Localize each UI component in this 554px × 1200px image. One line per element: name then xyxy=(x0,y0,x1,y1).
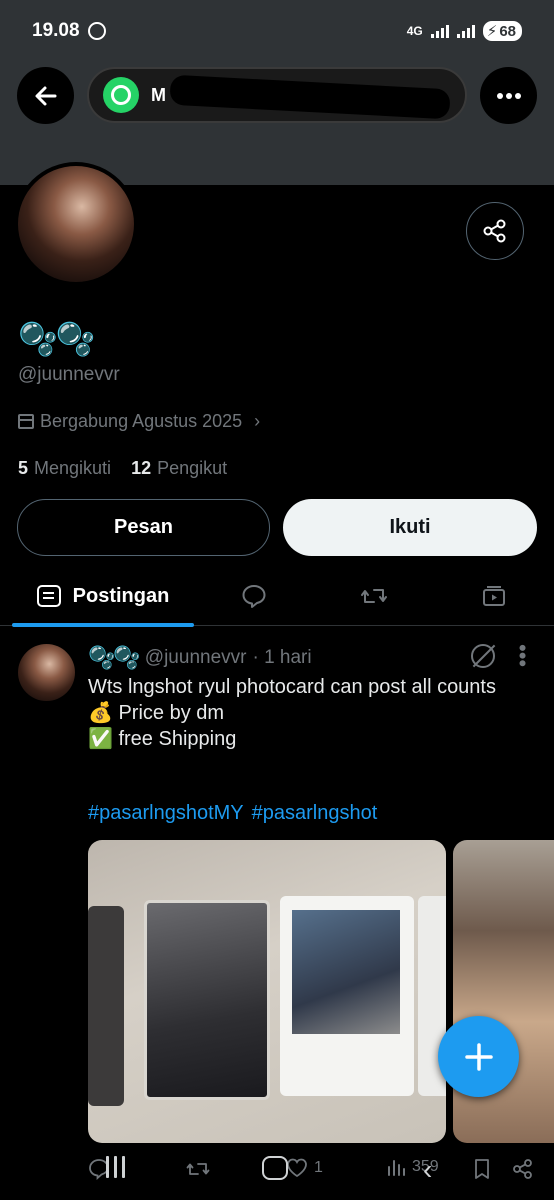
recent-apps-nav-button[interactable] xyxy=(106,1156,125,1178)
grok-icon[interactable] xyxy=(471,644,495,668)
followers-count[interactable]: 12 xyxy=(131,458,151,479)
signal-icon xyxy=(430,24,449,38)
join-date-text: Bergabung Agustus 2025 xyxy=(40,411,243,431)
media-icon xyxy=(483,586,505,606)
bookmark-icon xyxy=(475,1159,489,1179)
post-header: 🫧🫧 @juunnevvr · 1 hari xyxy=(88,645,312,671)
bookmark-action[interactable] xyxy=(472,1158,492,1180)
posts-icon xyxy=(36,585,61,607)
whatsapp-notification-icon xyxy=(87,22,106,40)
home-nav-button[interactable] xyxy=(262,1156,288,1180)
tab-media[interactable] xyxy=(462,566,526,626)
profile-handle: @juunnevvr xyxy=(18,364,120,385)
arrow-left-icon xyxy=(35,86,56,105)
post-author-name[interactable]: 🫧🫧 xyxy=(88,645,141,671)
views-icon xyxy=(388,1160,405,1176)
post-time[interactable]: · 1 hari xyxy=(252,647,311,669)
hashtag-link[interactable]: #pasarlngshot xyxy=(252,802,378,825)
like-count: 1 xyxy=(314,1159,323,1176)
charging-icon: ⚡ xyxy=(486,23,498,40)
more-button[interactable] xyxy=(480,67,537,124)
profile-avatar[interactable] xyxy=(14,162,138,286)
avatar-image xyxy=(18,166,134,282)
post-media-image-2[interactable] xyxy=(453,840,554,1143)
follow-stats: 5 Mengikuti 12 Pengikut xyxy=(18,458,227,479)
share-icon xyxy=(483,219,506,243)
reply-icon xyxy=(242,585,266,608)
status-bar: 19.08 4G ⚡ 68 xyxy=(0,0,554,62)
post-more-icon[interactable]: ••• xyxy=(510,644,535,667)
share-button[interactable] xyxy=(466,202,524,260)
tab-replies[interactable] xyxy=(222,566,286,626)
photocard xyxy=(88,906,124,1106)
repost-action[interactable] xyxy=(186,1158,210,1180)
more-horizontal-icon xyxy=(496,92,521,99)
like-action[interactable]: 1 xyxy=(286,1158,323,1178)
join-date[interactable]: Bergabung Agustus 2025 › xyxy=(18,411,260,432)
share-icon xyxy=(513,1159,532,1179)
following-count[interactable]: 5 xyxy=(18,458,28,479)
share-action[interactable] xyxy=(512,1158,534,1180)
post-hashtags: #pasarlngshotMY #pasarlngshot xyxy=(88,802,377,825)
repost-icon xyxy=(186,1163,210,1175)
follow-button[interactable]: Ikuti xyxy=(283,499,537,556)
tab-posts[interactable]: Postingan xyxy=(12,566,194,627)
message-button[interactable]: Pesan xyxy=(17,499,270,556)
battery-indicator: ⚡ 68 xyxy=(482,21,522,41)
plus-icon xyxy=(464,1042,493,1071)
tab-reposts[interactable] xyxy=(342,566,406,626)
signal-icon-2 xyxy=(456,24,475,38)
tab-posts-label: Postingan xyxy=(72,584,170,607)
hashtag-link[interactable]: #pasarlngshotMY xyxy=(88,802,244,825)
chevron-right-icon: › xyxy=(254,411,261,431)
profile-tabs: Postingan xyxy=(0,566,554,627)
battery-level: 68 xyxy=(499,22,516,40)
calendar-icon xyxy=(18,414,34,429)
app-chip-text: M xyxy=(151,84,166,105)
following-label[interactable]: Mengikuti xyxy=(34,458,111,479)
photocard xyxy=(144,900,270,1100)
post-author-avatar[interactable] xyxy=(18,644,75,701)
back-button[interactable] xyxy=(17,67,74,124)
heart-icon xyxy=(287,1158,307,1178)
post-author-handle[interactable]: @juunnevvr xyxy=(145,647,247,669)
polaroid-photocard xyxy=(280,896,414,1096)
back-nav-button[interactable]: ‹ xyxy=(423,1154,432,1186)
post-text: Wts lngshot ryul photocard can post all … xyxy=(88,676,496,750)
network-type: 4G xyxy=(406,24,423,38)
post-media-image[interactable] xyxy=(88,840,446,1143)
status-indicators: 4G ⚡ 68 xyxy=(407,21,522,41)
display-name: 🫧🫧 xyxy=(18,321,96,357)
status-time: 19.08 xyxy=(32,20,80,41)
followers-label[interactable]: Pengikut xyxy=(157,458,227,479)
whatsapp-icon xyxy=(103,77,139,113)
repost-icon xyxy=(361,589,387,603)
compose-button[interactable] xyxy=(438,1016,519,1097)
